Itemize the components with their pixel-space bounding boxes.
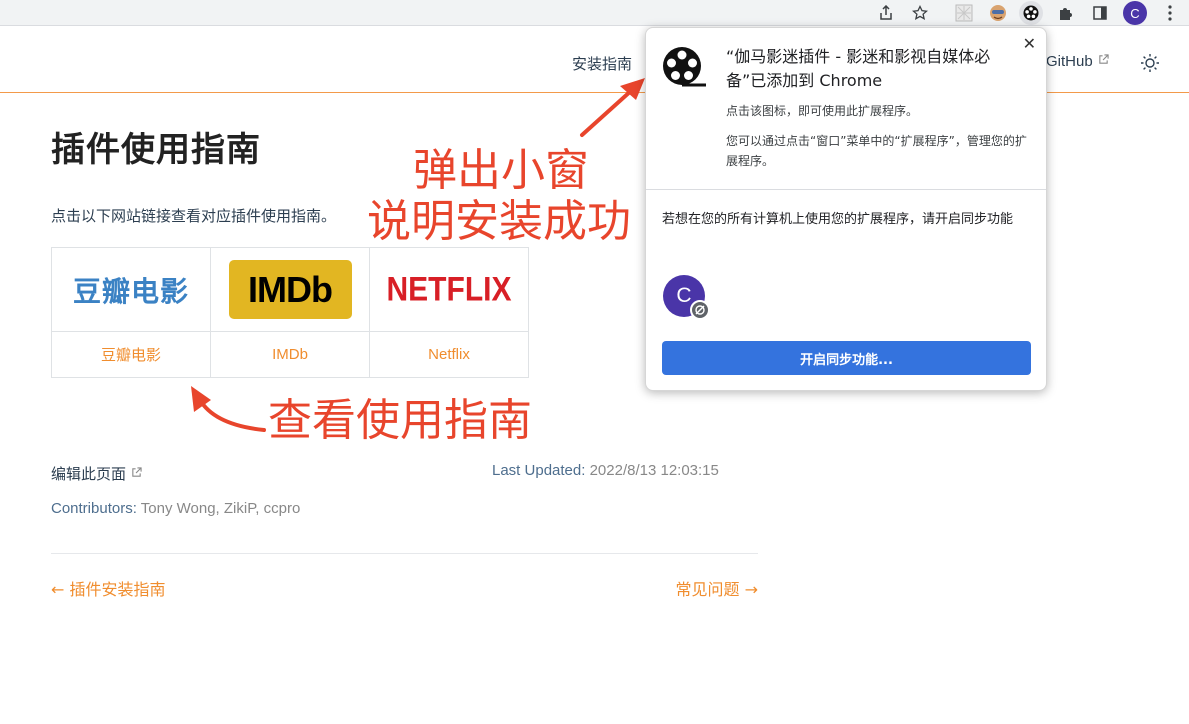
- turn-on-sync-button[interactable]: 开启同步功能...: [662, 341, 1031, 375]
- popup-usage-hint: 点击该图标，即可使用此扩展程序。: [726, 104, 919, 118]
- popup-divider: [646, 189, 1046, 190]
- film-reel-icon: [663, 47, 706, 87]
- arrow-to-popup: [580, 78, 645, 137]
- popup-sync-text: 若想在您的所有计算机上使用您的扩展程序，请开启同步功能: [662, 212, 1014, 227]
- extension-added-popup: ✕ “伽马影迷插件 - 影迷和影视自媒体必备”已添加到 Chrome 点击该图标…: [645, 27, 1047, 391]
- popup-title: “伽马影迷插件 - 影迷和影视自媒体必备”已添加到 Chrome: [726, 47, 991, 90]
- popup-manage-hint: 您可以通过点击“窗口”菜单中的“扩展程序”，管理您的扩展程序。: [726, 134, 1027, 168]
- arrow-to-table: [191, 386, 266, 432]
- sync-off-badge-icon: [690, 300, 710, 320]
